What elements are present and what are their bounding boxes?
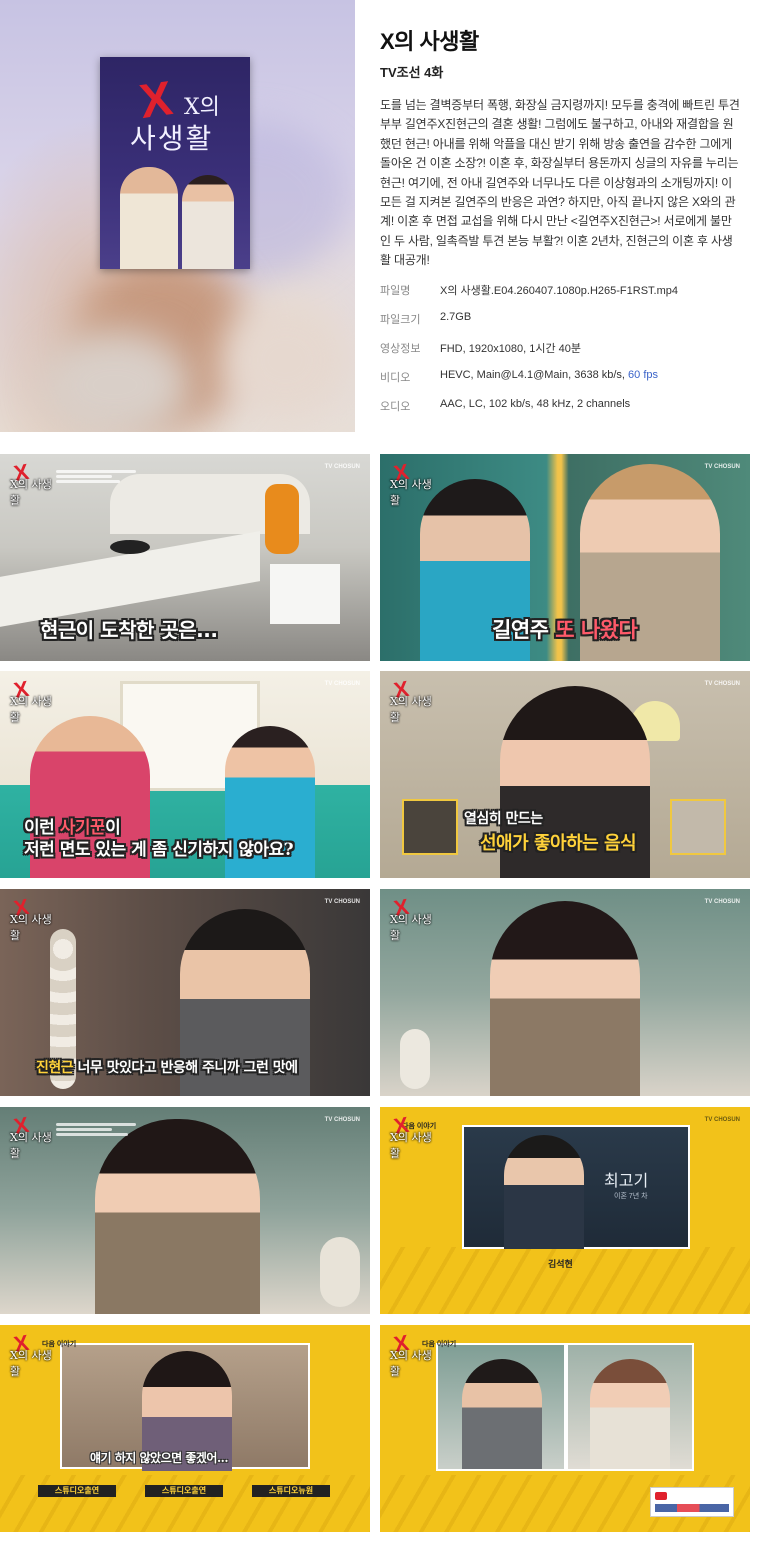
spec-row-audio: 오디오 AAC, LC, 102 kb/s, 48 kHz, 2 channel… xyxy=(380,398,750,418)
brand-watermark: TV CHOSUN xyxy=(704,899,740,905)
screenshot-6[interactable]: X X의 사생활 TV CHOSUN xyxy=(380,889,750,1096)
episode-tag xyxy=(56,468,136,484)
subtitle-caption-line1: 열심히 만드는 xyxy=(464,811,543,827)
preview-person-right xyxy=(590,1359,670,1469)
spec-value: FHD, 1920x1080, 1시간 40분 xyxy=(440,343,582,355)
video-codec: HEVC, Main@L4.1@Main, 3638 kb/s, xyxy=(440,369,625,381)
show-logo: X X의 사생활 xyxy=(388,676,434,724)
brand-watermark: TV CHOSUN xyxy=(324,464,360,470)
brand-watermark: TV CHOSUN xyxy=(324,681,360,687)
show-logo: X X의 사생활 xyxy=(388,1112,434,1160)
screenshot-10[interactable]: 다음 이야기 X X의 사생활 xyxy=(380,1325,750,1532)
logo-text: X의 사생활 xyxy=(390,478,432,507)
preview-card-title: 최고기 xyxy=(604,1171,649,1190)
spec-row-filename: 파일명 X의 사생활.E04.260407.1080p.H265-F1RST.m… xyxy=(380,282,750,302)
show-logo: X X의 사생활 xyxy=(388,459,434,507)
spec-value: AAC, LC, 102 kb/s, 48 kHz, 2 channels xyxy=(440,398,631,410)
logo-text: X의 사생활 xyxy=(10,913,52,942)
caption-rest: 또 나왔다 xyxy=(548,618,638,642)
poster-title-line2: 사생활 xyxy=(130,122,214,155)
poster-host-figure xyxy=(120,167,178,269)
screenshot-7[interactable]: X X의 사생활 TV CHOSUN xyxy=(0,1107,370,1314)
interviewee xyxy=(490,901,640,1096)
preview-name: 김석현 xyxy=(548,1259,573,1269)
screenshot-5[interactable]: X X의 사생활 TV CHOSUN 진현근 너무 맛있다고 반응해 주니까 그런… xyxy=(0,889,370,1096)
spec-row-video: 비디오 HEVC, Main@L4.1@Main, 3638 kb/s, 60 … xyxy=(380,369,750,389)
brand-watermark: TV CHOSUN xyxy=(704,1117,740,1123)
subtitle-caption: 진현근 너무 맛있다고 반응해 주니까 그런 맛에 xyxy=(36,1057,298,1077)
show-logo: X X의 사생활 xyxy=(8,894,54,942)
subtitle-caption: 길연주 또 나왔다 xyxy=(492,614,638,644)
preview-frame: 최고기 이혼 7년 차 xyxy=(462,1125,690,1249)
show-logo: X X의 사생활 xyxy=(8,676,54,724)
show-logo: X X의 사생활 xyxy=(388,894,434,942)
preview-person xyxy=(504,1135,584,1249)
screenshot-4[interactable]: X X의 사생활 TV CHOSUN 열심히 만드는 선애가 좋아하는 음식 xyxy=(380,671,750,878)
preview-person-left xyxy=(462,1359,542,1469)
subtitle-caption: 현근이 도착한 곳은... xyxy=(40,618,218,642)
caption-name: 진현근 xyxy=(36,1060,74,1076)
logo-text: X의 사생활 xyxy=(390,913,432,942)
channel-episode: TV조선 4화 xyxy=(380,65,444,80)
episode-tag xyxy=(56,1121,136,1137)
screenshot-8[interactable]: 최고기 이혼 7년 차 다음 이야기 X X의 사생활 TV CHOSUN 김석현 xyxy=(380,1107,750,1314)
screenshot-2[interactable]: X X의 사생활 TV CHOSUN 길연주 또 나왔다 xyxy=(380,454,750,661)
spec-label: 파일크기 xyxy=(380,314,421,326)
poster-guest-figure xyxy=(182,175,234,269)
logo-text: X의 사생활 xyxy=(10,1349,52,1378)
show-logo: X X의 사생활 xyxy=(8,459,54,507)
spec-label: 오디오 xyxy=(380,401,411,413)
subtitle-caption: 얘기 하지 않았으면 좋겠어... xyxy=(90,1451,229,1465)
spec-row-size: 파일크기 2.7GB xyxy=(380,311,750,331)
studio-badge-2: 스튜디오출연 xyxy=(145,1485,223,1497)
spec-label: 비디오 xyxy=(380,372,411,384)
program-info-section: X X의 사생활 X의 사생활 TV조선 4화 도를 넘는 결벽증부터 폭행, … xyxy=(0,0,758,432)
program-title: X의 사생활 xyxy=(380,29,479,54)
spec-label: 영상정보 xyxy=(380,343,421,355)
spec-value: X의 사생활.E04.260407.1080p.H265-F1RST.mp4 xyxy=(440,285,678,297)
caption-text: 너무 맛있다고 반응해 주니까 그런 맛에 xyxy=(73,1060,298,1076)
sponsor-card xyxy=(650,1487,734,1517)
logo-text: X의 사생활 xyxy=(390,1131,432,1160)
brand-watermark: TV CHOSUN xyxy=(324,899,360,905)
logo-text: X의 사생활 xyxy=(10,1131,52,1160)
subtitle-caption-line2: 저런 면도 있는 게 좀 신기하지 않아요? xyxy=(24,840,294,860)
video-fps: 60 fps xyxy=(628,369,659,381)
brand-watermark: TV CHOSUN xyxy=(324,1117,360,1123)
screenshot-1[interactable]: X X의 사생활 TV CHOSUN 현근이 도착한 곳은... xyxy=(0,454,370,661)
show-logo: X X의 사생활 xyxy=(388,1330,434,1378)
screenshot-9[interactable]: 다음 이야기 X X의 사생활 얘기 하지 않았으면 좋겠어... 스튜디오출연 … xyxy=(0,1325,370,1532)
poster-image: X X의 사생활 xyxy=(100,57,250,269)
subtitle-caption-line2: 선애가 좋아하는 음식 xyxy=(480,833,637,854)
studio-badge-1: 스튜디오출연 xyxy=(38,1485,116,1497)
logo-text: X의 사생활 xyxy=(390,1349,432,1378)
preview-frame xyxy=(436,1343,694,1471)
hero-background: X X의 사생활 xyxy=(0,0,355,432)
inset-left xyxy=(402,799,458,855)
logo-text: X의 사생활 xyxy=(10,695,52,724)
spec-value: 2.7GB xyxy=(440,311,472,323)
show-logo: X X의 사생활 xyxy=(8,1330,54,1378)
logo-text: X의 사생활 xyxy=(10,478,52,507)
caption-name: 길연주 xyxy=(492,618,549,642)
spec-value: HEVC, Main@L4.1@Main, 3638 kb/s, 60 fps xyxy=(440,369,658,381)
logo-text: X의 사생활 xyxy=(390,695,432,724)
interviewee xyxy=(95,1119,260,1314)
studio-badge-3: 스튜디오뉴원 xyxy=(252,1485,330,1497)
show-logo: X X의 사생활 xyxy=(8,1112,54,1160)
program-description: 도를 넘는 결벽증부터 폭행, 화장실 금지령까지! 모두를 충격에 빠트린 투… xyxy=(380,98,740,268)
preview-card-sub: 이혼 7년 차 xyxy=(614,1193,648,1200)
brand-watermark: TV CHOSUN xyxy=(704,464,740,470)
spec-label: 파일명 xyxy=(380,285,411,297)
brand-watermark: TV CHOSUN xyxy=(704,681,740,687)
spec-row-video-info: 영상정보 FHD, 1920x1080, 1시간 40분 xyxy=(380,340,750,360)
inset-right xyxy=(670,799,726,855)
screenshot-3[interactable]: X X의 사생활 TV CHOSUN 이런 사기꾼이 저런 면도 있는 게 좀 신… xyxy=(0,671,370,878)
